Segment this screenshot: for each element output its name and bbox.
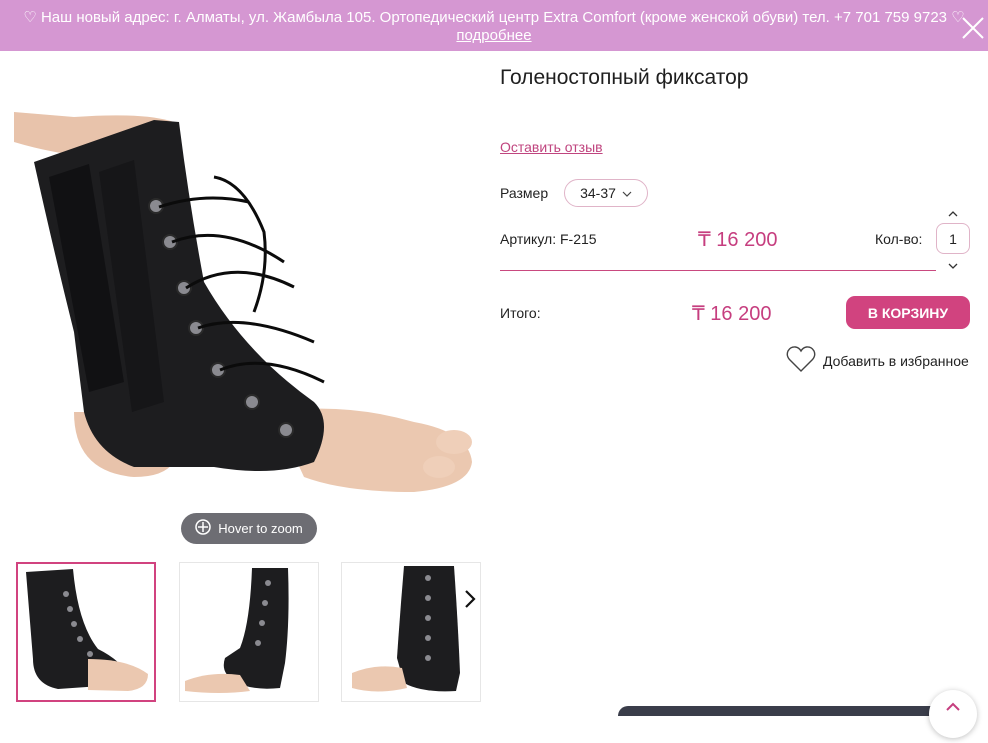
- size-value: 34-37: [580, 185, 616, 201]
- gallery-thumbnail-3[interactable]: [341, 562, 481, 702]
- quantity-label: Кол-во:: [875, 231, 923, 247]
- favorite-label: Добавить в избранное: [823, 352, 969, 369]
- add-to-favorites-button[interactable]: Добавить в избранное: [786, 345, 969, 376]
- chevron-up-icon[interactable]: [946, 207, 960, 219]
- quantity-input[interactable]: 1: [936, 223, 970, 254]
- unit-price: ₸ 16 200: [698, 229, 778, 251]
- total-price: ₸ 16 200: [692, 303, 772, 325]
- heart-icon: [786, 345, 816, 376]
- zoom-hint-label: Hover to zoom: [218, 521, 303, 536]
- product-main-image[interactable]: [14, 82, 474, 520]
- banner-more-link[interactable]: подробнее: [456, 27, 531, 44]
- chevron-down-icon[interactable]: [946, 259, 960, 271]
- scroll-to-top-button[interactable]: [929, 690, 977, 738]
- gallery-thumbnail-1[interactable]: [16, 562, 156, 702]
- close-icon[interactable]: [960, 15, 986, 41]
- chat-widget-bar[interactable]: [618, 706, 948, 716]
- gallery-thumbnail-2[interactable]: [179, 562, 319, 702]
- size-label: Размер: [500, 185, 549, 201]
- chevron-right-icon[interactable]: [461, 588, 479, 610]
- zoom-icon: [195, 519, 211, 538]
- article-value: F-215: [559, 231, 597, 247]
- banner-message: ♡ Наш новый адрес: г. Алматы, ул. Жамбыл…: [23, 9, 965, 26]
- total-label: Итого:: [500, 305, 541, 321]
- promo-banner: ♡ Наш новый адрес: г. Алматы, ул. Жамбыл…: [0, 0, 988, 51]
- article-label: Артикул:: [500, 231, 557, 247]
- add-to-cart-button[interactable]: В КОРЗИНУ: [846, 296, 970, 329]
- size-select[interactable]: 34-37: [564, 179, 648, 207]
- chevron-up-icon: [946, 702, 960, 711]
- divider: [500, 270, 936, 271]
- hover-to-zoom-hint: Hover to zoom: [181, 513, 317, 544]
- quantity-value: 1: [949, 230, 957, 247]
- product-title: Голеностопный фиксатор: [500, 66, 749, 89]
- leave-review-link[interactable]: Оставить отзыв: [500, 139, 603, 155]
- chevron-down-icon: [622, 185, 632, 201]
- article-info: Артикул: F-215: [500, 231, 597, 247]
